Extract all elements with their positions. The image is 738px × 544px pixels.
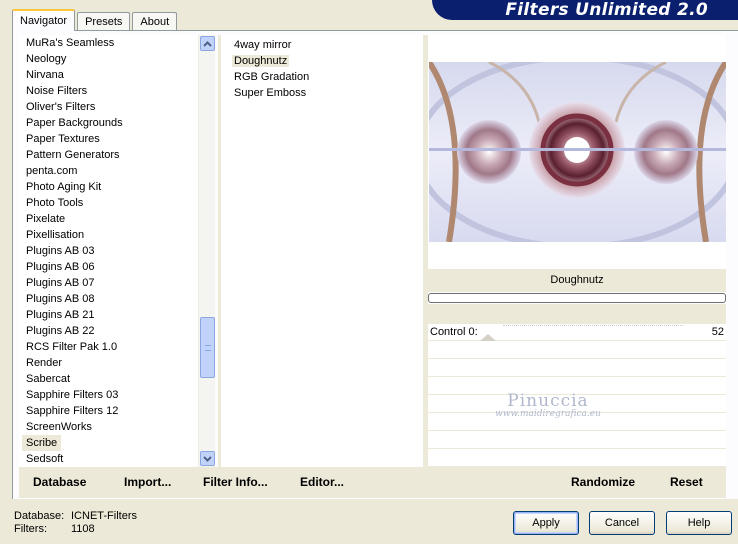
filter-item[interactable]: 4way mirror xyxy=(221,37,423,53)
filter-item[interactable]: Doughnutz xyxy=(221,53,423,69)
action-bar: Database Import... Filter Info... Editor… xyxy=(19,467,726,498)
category-item[interactable]: Plugins AB 07 xyxy=(19,275,198,291)
database-label: Database: xyxy=(14,510,65,522)
scroll-down-button[interactable] xyxy=(200,451,215,466)
filter-item-label: RGB Gradation xyxy=(234,71,310,83)
tab-presets[interactable]: Presets xyxy=(77,12,131,31)
category-item[interactable]: Render xyxy=(19,355,198,371)
status-info: Database: ICNET-Filters Filters: 1108 xyxy=(14,510,137,536)
category-item[interactable]: Sabercat xyxy=(19,371,198,387)
filters-count-value: 1108 xyxy=(71,523,95,535)
grip-icon xyxy=(205,345,211,351)
category-item[interactable]: Plugins AB 08 xyxy=(19,291,198,307)
reset-button[interactable]: Reset xyxy=(670,475,703,489)
tab-navigator[interactable]: Navigator xyxy=(12,9,76,31)
filter-item-label: Doughnutz xyxy=(232,55,290,67)
category-item[interactable]: ScreenWorks xyxy=(19,419,198,435)
control-value: 52 xyxy=(711,326,724,338)
category-item[interactable]: Nirvana xyxy=(19,67,198,83)
chevron-down-icon xyxy=(203,455,212,462)
filter-item[interactable]: Super Emboss xyxy=(221,85,423,101)
cancel-button[interactable]: Cancel xyxy=(589,511,655,535)
category-item[interactable]: Photo Aging Kit xyxy=(19,179,198,195)
preview-filter-name: Doughnutz xyxy=(428,269,726,292)
category-item[interactable]: Pattern Generators xyxy=(19,147,198,163)
empty-control-row xyxy=(428,450,726,467)
app-title: Filters Unlimited 2.0 xyxy=(505,0,708,20)
control-slider-row[interactable]: Control 0: 52 xyxy=(428,324,726,341)
category-item[interactable]: MuRa's Seamless xyxy=(19,35,198,51)
category-item[interactable]: Photo Tools xyxy=(19,195,198,211)
category-item[interactable]: Sapphire Filters 12 xyxy=(19,403,198,419)
category-item[interactable]: Plugins AB 03 xyxy=(19,243,198,259)
tab-about[interactable]: About xyxy=(132,12,178,31)
category-item[interactable]: Plugins AB 21 xyxy=(19,307,198,323)
controls-area: Control 0: 52 xyxy=(428,324,726,467)
database-value: ICNET-Filters xyxy=(71,510,137,522)
empty-control-row xyxy=(428,396,726,413)
category-item[interactable]: Pixellisation xyxy=(19,227,198,243)
progress-bar xyxy=(428,293,726,303)
slider-handle[interactable] xyxy=(480,334,496,341)
filter-info-button[interactable]: Filter Info... xyxy=(203,475,268,489)
filter-item-label: Super Emboss xyxy=(234,87,307,99)
category-item[interactable]: Neology xyxy=(19,51,198,67)
category-item[interactable]: Pixelate xyxy=(19,211,198,227)
category-scrollbar[interactable] xyxy=(198,35,215,467)
scroll-thumb[interactable] xyxy=(200,317,215,378)
category-item[interactable]: Sedsoft xyxy=(19,451,198,467)
category-item[interactable]: Noise Filters xyxy=(19,83,198,99)
category-item[interactable]: Sapphire Filters 03 xyxy=(19,387,198,403)
help-button[interactable]: Help xyxy=(666,511,732,535)
filter-item[interactable]: RGB Gradation xyxy=(221,69,423,85)
category-item[interactable]: Oliver's Filters xyxy=(19,99,198,115)
header-banner: Filters Unlimited 2.0 xyxy=(432,0,738,20)
randomize-button[interactable]: Randomize xyxy=(571,475,635,489)
empty-control-row xyxy=(428,360,726,377)
category-item[interactable]: Plugins AB 06 xyxy=(19,259,198,275)
category-item[interactable]: Paper Backgrounds xyxy=(19,115,198,131)
category-item[interactable]: RCS Filter Pak 1.0 xyxy=(19,339,198,355)
scroll-up-button[interactable] xyxy=(200,36,215,51)
control-label: Control 0: xyxy=(430,326,478,338)
filters-count-label: Filters: xyxy=(14,523,47,535)
empty-control-row xyxy=(428,378,726,395)
chevron-up-icon xyxy=(203,40,212,47)
filter-list[interactable]: 4way mirror Doughnutz RGB Gradation Super E… xyxy=(221,35,423,467)
empty-control-row xyxy=(428,414,726,431)
editor-button[interactable]: Editor... xyxy=(300,475,344,489)
preview-image xyxy=(429,62,726,242)
import-button[interactable]: Import... xyxy=(124,475,171,489)
filter-item-label: 4way mirror xyxy=(234,39,292,51)
apply-button[interactable]: Apply xyxy=(513,511,579,535)
spacer xyxy=(428,304,726,324)
empty-control-row xyxy=(428,342,726,359)
category-item[interactable]: Paper Textures xyxy=(19,131,198,147)
category-item[interactable]: penta.com xyxy=(19,163,198,179)
database-button[interactable]: Database xyxy=(33,475,86,489)
doughnutz-preview-graphic xyxy=(429,62,726,242)
category-list[interactable]: MuRa's Seamless Neology Nirvana Noise Filte… xyxy=(19,35,198,467)
category-item[interactable]: Plugins AB 22 xyxy=(19,323,198,339)
empty-control-row xyxy=(428,432,726,449)
tab-strip: Navigator Presets About xyxy=(12,9,179,31)
category-item[interactable]: Scribe xyxy=(22,435,62,451)
slider-track xyxy=(503,325,683,328)
